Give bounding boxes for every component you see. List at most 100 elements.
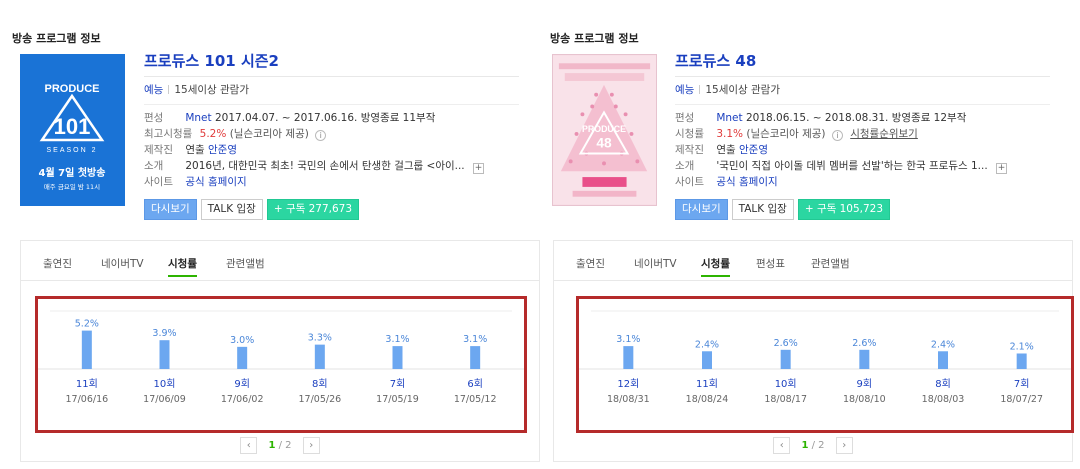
divider: [144, 76, 519, 77]
rating-rank-link[interactable]: 시청률순위보기: [850, 128, 918, 140]
age-rating: 15세이상 관람가: [705, 84, 780, 96]
site-label: 사이트: [144, 176, 173, 188]
tab-cast[interactable]: 출연진: [43, 255, 72, 277]
rating-value: 3.1%: [716, 128, 744, 140]
site-row: 사이트 공식 홈페이지: [675, 175, 1065, 191]
tab-ratings[interactable]: 시청률: [168, 255, 197, 277]
staff-name-link[interactable]: 안준영: [739, 144, 768, 156]
tab-cast[interactable]: 출연진: [576, 255, 605, 277]
staff-label: 제작진: [144, 144, 173, 156]
homepage-link[interactable]: 공식 홈페이지: [716, 176, 777, 188]
divider: [168, 85, 170, 94]
chart-episode-label: 9회: [234, 378, 250, 390]
chart-bar: [1016, 353, 1027, 369]
schedule-value: 2017.04.07. ~ 2017.06.16. 방영종료 11부작: [214, 112, 436, 124]
staff-label: 제작진: [675, 144, 704, 156]
genre-link[interactable]: 예능: [675, 84, 694, 96]
chart-date-label: 18/08/17: [764, 394, 807, 405]
poster-number: 48: [596, 136, 612, 151]
section-title: 방송 프로그램 정보: [550, 32, 639, 45]
chart-bar: [780, 349, 791, 369]
ratings-chart: 5.2% 11회 17/06/16 3.9% 10회 17/06/09 3.0% 9회 17/0…: [38, 299, 524, 430]
tab-ratings[interactable]: 시청률: [701, 255, 730, 277]
ratings-chart: 3.1% 12회 18/08/31 2.4% 11회 18/08/24 2.6% 10회 18/…: [579, 299, 1071, 430]
peak-rating-row: 최고시청률 5.2% (닐슨코리아 제공) i: [144, 127, 524, 143]
chart-episode-label: 11회: [696, 378, 718, 390]
highlight-frame: 3.1% 12회 18/08/31 2.4% 11회 18/08/24 2.6% 10회 18/…: [576, 296, 1074, 433]
chart-episode-label: 11회: [76, 378, 98, 390]
tab-schedule[interactable]: 편성표: [756, 255, 785, 277]
channel-link[interactable]: Mnet: [185, 112, 211, 124]
info-icon[interactable]: i: [315, 130, 327, 141]
chart-data-label: 2.6%: [852, 338, 876, 349]
program-panel-produce101: 방송 프로그램 정보 PRODUCE 101 SEASON 2 4월 7일 첫방…: [0, 0, 540, 469]
current-page: 1: [801, 440, 809, 451]
subscribe-button[interactable]: + 구독 105,723: [797, 199, 891, 220]
expand-icon[interactable]: +: [473, 163, 484, 174]
program-poster[interactable]: PRODUCE 48: [552, 54, 657, 206]
chart-episode-label: 7회: [1014, 378, 1030, 390]
genre-line: 예능 15세이상 관람가: [144, 83, 524, 100]
talk-button[interactable]: TALK 입장: [200, 199, 263, 220]
next-page-button[interactable]: ›: [302, 437, 320, 454]
prev-page-button[interactable]: ‹: [240, 437, 258, 454]
poster-line2: 매주 금요일 밤 11시: [44, 182, 100, 191]
rating-row: 시청률 3.1% (닐슨코리아 제공) i 시청률순위보기: [675, 127, 1065, 143]
channel-link[interactable]: Mnet: [716, 112, 742, 124]
chart-data-label: 2.6%: [774, 338, 798, 349]
intro-row: 소개 2016년, 대한민국 최초! 국민의 손에서 탄생한 걸그룹 <아이..…: [144, 159, 524, 175]
chart-bar: [470, 346, 481, 369]
program-title[interactable]: 프로듀스 101 시즌2: [144, 51, 524, 73]
chart-episode-label: 8회: [935, 378, 951, 390]
program-poster[interactable]: PRODUCE 101 SEASON 2 4월 7일 첫방송 매주 금요일 밤 …: [20, 54, 125, 206]
highlight-frame: 5.2% 11회 17/06/16 3.9% 10회 17/06/09 3.0% 9회 17/0…: [35, 296, 527, 433]
intro-label: 소개: [144, 160, 164, 172]
chart-data-label: 3.1%: [463, 334, 487, 345]
peak-label: 최고시청률: [144, 128, 193, 140]
talk-button[interactable]: TALK 입장: [731, 199, 794, 220]
chart-episode-label: 7회: [390, 378, 406, 390]
subscribe-button[interactable]: + 구독 277,673: [266, 199, 360, 220]
poster-brand: PRODUCE: [44, 83, 99, 95]
poster-season: SEASON 2: [46, 147, 97, 154]
next-page-button[interactable]: ›: [835, 437, 853, 454]
homepage-link[interactable]: 공식 홈페이지: [185, 176, 246, 188]
prev-page-button[interactable]: ‹: [773, 437, 791, 454]
schedule-row: 편성 Mnet 2018.06.15. ~ 2018.08.31. 방영종료 1…: [675, 111, 1065, 127]
tab-navertv[interactable]: 네이버TV: [101, 255, 144, 277]
tab-bar: 출연진 네이버TV 시청률 편성표 관련앨범: [554, 251, 1072, 281]
chart-episode-label: 6회: [467, 378, 483, 390]
action-buttons: 다시보기 TALK 입장 + 구독 105,723: [675, 199, 1065, 221]
poster-brand: PRODUCE: [582, 124, 626, 134]
chart-bar: [623, 346, 634, 369]
chart-data-label: 3.0%: [230, 335, 254, 346]
tab-bar: 출연진 네이버TV 시청률 관련앨범: [21, 251, 539, 281]
tab-album[interactable]: 관련앨범: [226, 255, 265, 277]
staff-name-link[interactable]: 안준영: [208, 144, 237, 156]
replay-button[interactable]: 다시보기: [675, 199, 728, 220]
replay-button[interactable]: 다시보기: [144, 199, 197, 220]
chart-bar: [81, 330, 92, 369]
total-pages: / 2: [278, 440, 292, 451]
program-title[interactable]: 프로듀스 48: [675, 51, 1065, 73]
chart-data-label: 3.9%: [152, 328, 176, 339]
staff-row: 제작진 연출 안준영: [675, 143, 1065, 159]
info-icon[interactable]: i: [831, 130, 843, 141]
chart-episode-label: 10회: [775, 378, 797, 390]
total-pages: / 2: [811, 440, 825, 451]
schedule-row: 편성 Mnet 2017.04.07. ~ 2017.06.16. 방영종료 1…: [144, 111, 524, 127]
staff-row: 제작진 연출 안준영: [144, 143, 524, 159]
expand-icon[interactable]: +: [996, 163, 1008, 174]
divider: [699, 85, 701, 94]
genre-link[interactable]: 예능: [144, 84, 163, 96]
tab-navertv[interactable]: 네이버TV: [634, 255, 677, 277]
current-page: 1: [268, 440, 276, 451]
chart-bar: [392, 346, 403, 369]
chart-data-label: 3.1%: [616, 334, 640, 345]
tab-album[interactable]: 관련앨범: [811, 255, 850, 277]
poster-art: PRODUCE 101 SEASON 2 4월 7일 첫방송 매주 금요일 밤 …: [20, 54, 125, 206]
chart-data-label: 2.4%: [931, 339, 955, 350]
chart-data-label: 2.1%: [1010, 341, 1034, 352]
intro-value: 2016년, 대한민국 최초! 국민의 손에서 탄생한 걸그룹 <아이...: [185, 160, 465, 172]
chart-date-label: 18/08/31: [607, 394, 650, 405]
